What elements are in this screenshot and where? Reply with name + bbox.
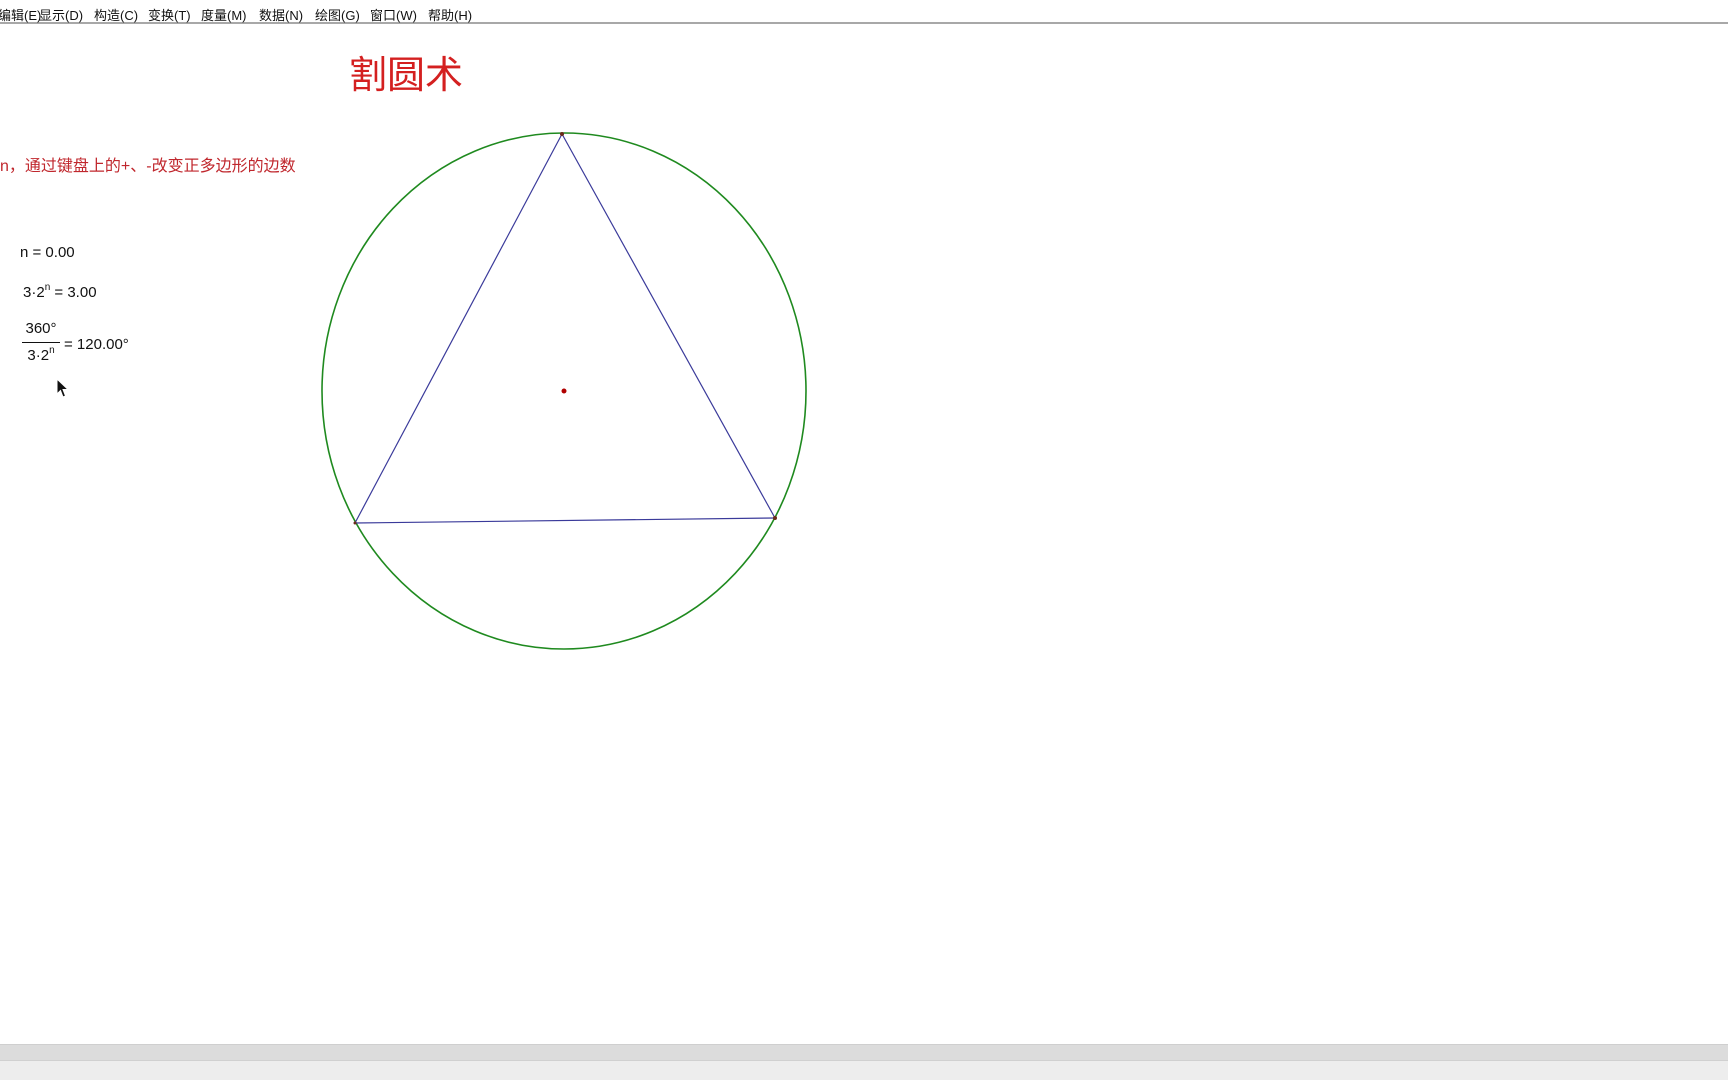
menu-construct[interactable]: 构造(C) [94,5,138,24]
vertex-top[interactable] [560,132,564,136]
angle-den-base: 3·2 [27,347,50,364]
angle-fraction[interactable]: 360° 3·2n [22,320,60,364]
vertex-right[interactable] [773,516,777,520]
instruction-text[interactable]: n，通过键盘上的+、-改变正多边形的边数 [0,152,296,176]
sides-exponent: n [44,282,51,293]
menu-transform[interactable]: 变换(T) [148,5,191,24]
status-bar [0,1060,1728,1080]
sketchpad-window: 编辑(E) 显示(D) 构造(C) 变换(T) 度量(M) 数据(N) 绘图(G… [0,0,1728,1080]
angle-value[interactable]: = 120.00° [64,336,129,353]
menu-help[interactable]: 帮助(H) [428,5,472,24]
menu-bar: 编辑(E) 显示(D) 构造(C) 变换(T) 度量(M) 数据(N) 绘图(G… [0,0,1728,24]
menu-display[interactable]: 显示(D) [39,5,83,24]
menu-window[interactable]: 窗口(W) [370,5,417,24]
n-parameter[interactable]: n = 0.00 [20,244,75,261]
angle-numerator: 360° [25,320,57,337]
sketch-title[interactable]: 割圆术 [349,44,463,99]
sketch-canvas[interactable] [0,24,1728,1044]
center-point[interactable] [561,388,567,394]
mouse-pointer-icon [56,378,70,398]
angle-denominator: 3·2n [22,345,60,364]
horizontal-scrollbar[interactable] [0,1044,1728,1060]
sides-value: = 3.00 [50,284,97,301]
menu-measure[interactable]: 度量(M) [201,5,247,24]
menu-graph[interactable]: 绘图(G) [315,5,360,24]
sides-base: 3·2 [23,284,45,301]
menu-edit[interactable]: 编辑(E) [0,5,41,24]
sides-calculation[interactable]: 3·2n = 3.00 [23,282,97,301]
vertex-left[interactable] [353,521,357,525]
angle-den-exponent: n [49,345,55,356]
fraction-bar [22,342,60,343]
menu-data[interactable]: 数据(N) [259,5,303,24]
